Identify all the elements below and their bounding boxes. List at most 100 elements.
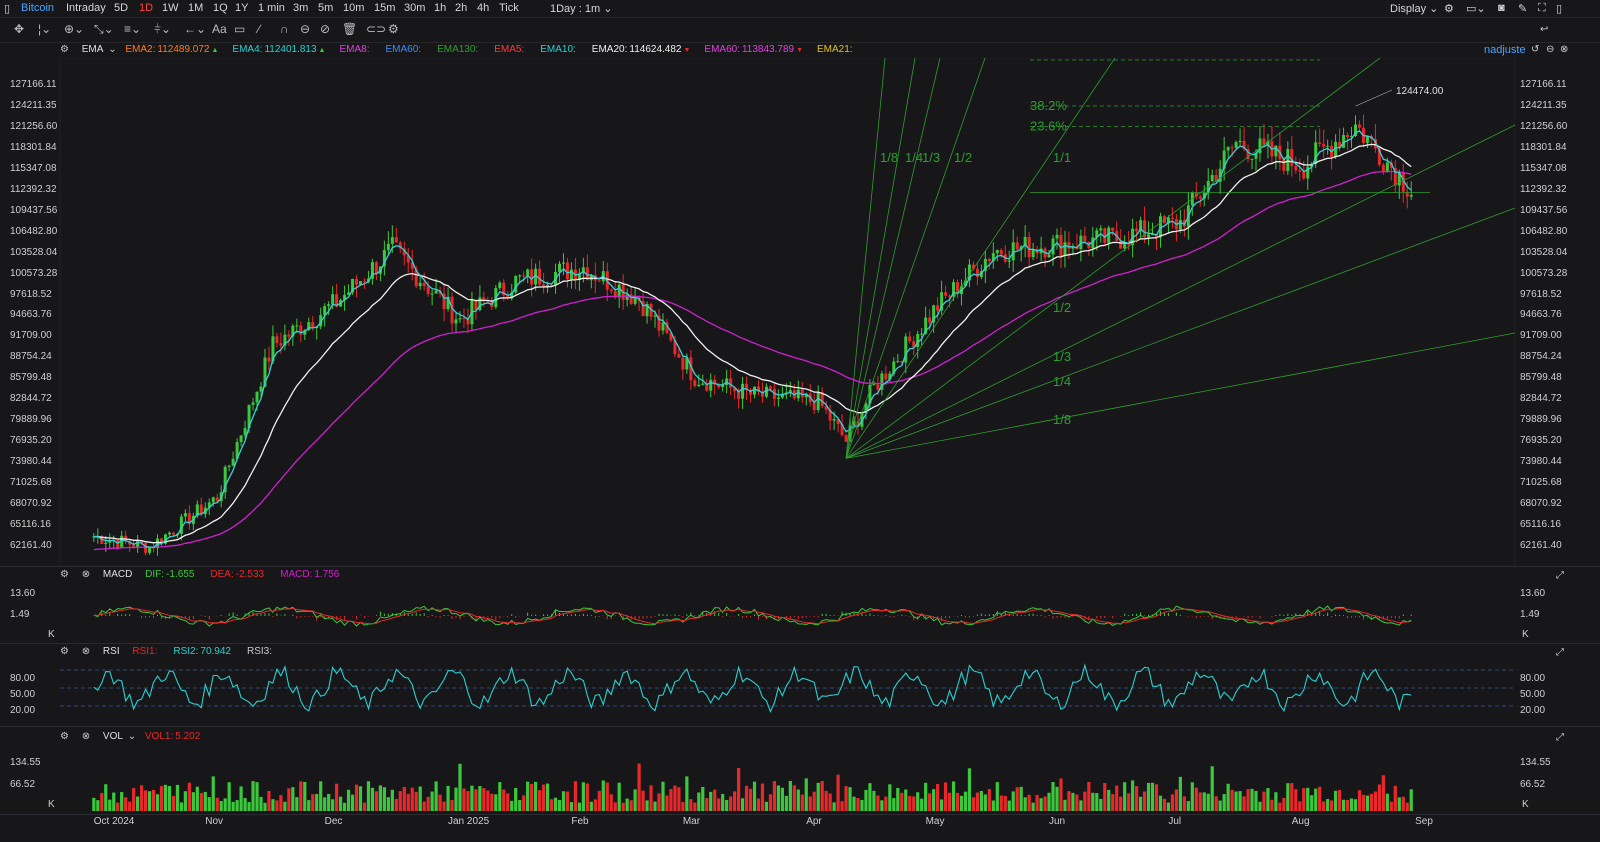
expand-icon[interactable]: ⤢: [1556, 647, 1564, 658]
interval-5m[interactable]: 5m: [318, 2, 333, 14]
symbol-name[interactable]: Bitcoin: [21, 2, 54, 14]
move-icon[interactable]: ✥: [14, 22, 24, 36]
volume-bar: [538, 790, 542, 811]
display-menu[interactable]: Display ⌄: [1390, 2, 1438, 15]
gear-icon[interactable]: ⚙: [388, 22, 399, 36]
interval-4h[interactable]: 4h: [477, 2, 489, 14]
back-icon[interactable]: ↩: [1540, 24, 1548, 35]
close-icon[interactable]: ⊗: [82, 646, 90, 657]
close-icon[interactable]: ⊗: [82, 731, 90, 742]
pane-divider[interactable]: [0, 726, 1600, 727]
fib-tool-icon[interactable]: ⫩⌄: [154, 22, 171, 37]
interval-5d[interactable]: 5D: [114, 2, 128, 14]
text-tool-icon[interactable]: Aa: [212, 22, 227, 36]
camera-icon[interactable]: ◙: [1498, 2, 1505, 14]
close-icon[interactable]: ⊗: [1560, 44, 1568, 55]
volume-bar: [342, 802, 347, 811]
interval-tick[interactable]: Tick: [499, 2, 519, 14]
interval-1y[interactable]: 1Y: [235, 2, 248, 14]
interval-15m[interactable]: 15m: [374, 2, 395, 14]
close-icon[interactable]: ⊗: [82, 569, 90, 580]
candle-body: [498, 282, 502, 288]
undo-icon[interactable]: ↺: [1531, 44, 1539, 55]
interval-30m[interactable]: 30m: [404, 2, 425, 14]
vol-name[interactable]: VOL: [103, 731, 123, 742]
price-chart[interactable]: 38.2%23.6%1/8 1/41/3 1/2 1/11/21/31/41/8124…: [0, 58, 1600, 568]
link-icon[interactable]: ⊂⊃: [366, 22, 386, 36]
macd-chart[interactable]: [0, 582, 1600, 642]
crosshair-icon[interactable]: ⊕⌄: [64, 22, 84, 36]
candle-body: [753, 386, 757, 395]
settings-icon[interactable]: ⚙: [60, 646, 69, 657]
macd-legend-item[interactable]: MACD: 1.756: [280, 569, 341, 580]
line-tool-icon[interactable]: ⤡⌄: [94, 22, 114, 37]
interval-1min[interactable]: 1 min: [258, 2, 285, 14]
trash-icon[interactable]: 🗑: [342, 22, 357, 36]
ema-legend-item[interactable]: EMA10:: [540, 44, 578, 55]
ema-legend-item[interactable]: EMA60:: [385, 44, 423, 55]
arrow-tool-icon[interactable]: ←⌄: [184, 22, 206, 36]
macd-name[interactable]: MACD: [103, 569, 132, 580]
pane-divider[interactable]: [0, 566, 1600, 567]
interval-1q[interactable]: 1Q: [213, 2, 228, 14]
time-axis-label: Jul: [1168, 816, 1182, 827]
channel-icon[interactable]: ≡⌄: [124, 22, 141, 36]
rsi-chart[interactable]: [0, 660, 1600, 724]
interval-3m[interactable]: 3m: [293, 2, 308, 14]
fib-label: 23.6%: [1030, 119, 1067, 134]
interval-1w[interactable]: 1W: [162, 2, 179, 14]
interval-1d[interactable]: 1D: [139, 2, 153, 14]
ema-legend-value: 112401.813: [264, 44, 317, 55]
minus-icon[interactable]: ⊖: [1546, 44, 1554, 55]
lock-icon[interactable]: ⊖: [300, 22, 310, 36]
volume-chart[interactable]: [0, 745, 1600, 813]
ema-legend-item[interactable]: EMA60: 113843.789 ▼: [704, 44, 803, 55]
interval-intraday[interactable]: Intraday: [66, 2, 106, 14]
fullscreen-icon[interactable]: ⛶: [1538, 2, 1546, 15]
ema-legend-item[interactable]: EMA2: 112489.072 ▲: [125, 44, 218, 55]
candle-body: [454, 319, 458, 324]
rsi-legend-item[interactable]: RSI1:: [132, 646, 159, 657]
ema-legend-item[interactable]: EMA4: 112401.813 ▲: [232, 44, 325, 55]
expand-icon[interactable]: ⤢: [1556, 570, 1564, 581]
cursor-icon[interactable]: ¦⌄: [38, 22, 51, 36]
settings-icon[interactable]: ⚙: [60, 731, 69, 742]
layout-icon[interactable]: ▭⌄: [1466, 2, 1486, 15]
sidebar-toggle-icon[interactable]: ▯: [4, 2, 10, 15]
ema-legend-item[interactable]: EMA21:: [817, 44, 855, 55]
settings-icon[interactable]: ⚙: [60, 569, 69, 580]
chevron-down-icon[interactable]: ⌄: [128, 731, 136, 742]
interval-1m[interactable]: 1M: [188, 2, 203, 14]
time-axis[interactable]: Oct 2024 Nov Dec Jan 2025 Feb Mar Apr May Jun Jul…: [0, 814, 1600, 829]
settings-icon[interactable]: ⚙: [60, 44, 69, 55]
volume-bar: [219, 801, 223, 811]
interval-2h[interactable]: 2h: [455, 2, 467, 14]
window-icon[interactable]: ▯: [1556, 2, 1562, 15]
settings-icon[interactable]: ⚙: [1444, 2, 1454, 15]
ema-legend-item[interactable]: EMA130:: [437, 44, 480, 55]
rsi-legend-item[interactable]: RSI3:: [247, 646, 274, 657]
pane-divider[interactable]: [0, 643, 1600, 644]
macd-legend-item[interactable]: DIF: -1.655: [145, 569, 196, 580]
ema-legend-item[interactable]: EMA8:: [339, 44, 371, 55]
macd-legend-item[interactable]: DEA: -2.533: [210, 569, 266, 580]
adjust-label[interactable]: nadjuste: [1484, 44, 1526, 56]
chevron-down-icon[interactable]: ⌄: [108, 44, 116, 55]
comment-icon[interactable]: ▭: [234, 22, 245, 36]
vol-legend-item[interactable]: VOL1: 5.202: [145, 731, 202, 742]
main-indicator-name[interactable]: EMA: [82, 44, 104, 55]
rsi-legend-item[interactable]: RSI2: 70.942: [173, 646, 233, 657]
pen-icon[interactable]: ✎: [1518, 2, 1527, 15]
expand-icon[interactable]: ⤢: [1556, 732, 1564, 743]
brush-icon[interactable]: ∕: [258, 22, 260, 36]
ema-legend-item[interactable]: EMA20: 114624.482 ▼: [592, 44, 691, 55]
volume-bar: [1318, 786, 1322, 811]
rsi-name[interactable]: RSI: [103, 646, 120, 657]
magnet-icon[interactable]: ∩: [280, 22, 289, 36]
volume-bar: [1326, 799, 1330, 811]
interval-1h[interactable]: 1h: [434, 2, 446, 14]
period-selector[interactable]: 1Day : 1m ⌄: [550, 2, 612, 15]
interval-10m[interactable]: 10m: [343, 2, 364, 14]
ema-legend-item[interactable]: EMA5:: [494, 44, 526, 55]
hide-icon[interactable]: ⊘: [320, 22, 330, 36]
